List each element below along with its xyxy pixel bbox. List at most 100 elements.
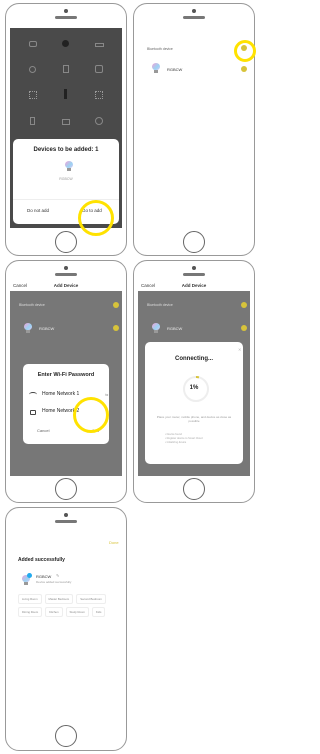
done-link[interactable]: Done [109, 540, 119, 545]
dialog-title: Enter Wi-Fi Password [37, 372, 95, 378]
category-item[interactable] [83, 34, 116, 48]
connecting-dialog: ✕ Connecting... 1% Place your router, mo… [145, 342, 243, 464]
room-chips: Living Room Master Bedroom Second Bedroo… [18, 594, 122, 617]
category-item[interactable] [49, 34, 82, 48]
screen-5: Done Added successfully RGBCW ✎ Device a… [10, 532, 122, 722]
speaker-grille [55, 16, 77, 19]
category-item[interactable] [83, 86, 116, 100]
device-icon [64, 89, 68, 99]
category-item[interactable] [49, 112, 82, 126]
close-icon[interactable]: ✕ [238, 347, 241, 352]
speaker-grille [183, 273, 205, 276]
device-icon [29, 66, 37, 73]
home-button[interactable] [55, 725, 77, 747]
screen-2: Bluetooth device RGBCW [138, 28, 250, 228]
room-chip[interactable]: Kids [91, 607, 106, 617]
bulb-icon [24, 323, 32, 333]
device-icon [94, 43, 104, 47]
speaker-grille [55, 273, 77, 276]
home-button[interactable] [55, 231, 77, 253]
device-name: RGBCW [39, 326, 55, 331]
device-icon [28, 41, 37, 47]
camera-icon [64, 513, 68, 517]
device-name: RGBCW [36, 574, 52, 579]
switch-network-icon[interactable]: ⇆ [105, 392, 108, 397]
device-name: RGBCW [167, 67, 183, 72]
add-device-icon[interactable] [113, 302, 119, 308]
category-item[interactable] [16, 34, 49, 48]
camera-icon [192, 9, 196, 13]
category-item[interactable] [16, 60, 49, 74]
add-device-icon[interactable] [113, 325, 119, 331]
add-device-icon[interactable] [241, 302, 247, 308]
device-name: RGBCW [167, 326, 183, 331]
room-chip[interactable]: Dining Room [18, 607, 43, 617]
tap-highlight [234, 40, 256, 62]
edit-icon[interactable]: ✎ [56, 573, 59, 578]
category-grid [16, 34, 116, 126]
dialog-title: Connecting... [175, 356, 213, 362]
bulb-icon [152, 323, 160, 333]
camera-icon [64, 9, 68, 13]
device-icon [61, 119, 70, 125]
do-not-add-button[interactable]: Do not add [27, 208, 49, 213]
screen-4: Bluetooth device RGBCW ✕ Connecting... 1… [138, 291, 250, 476]
device-icon [62, 65, 69, 73]
speaker-grille [183, 16, 205, 19]
home-button[interactable] [183, 478, 205, 500]
room-chip[interactable]: Study Room [65, 607, 89, 617]
lock-icon [30, 410, 36, 415]
section-label: Bluetooth device [147, 303, 173, 307]
add-device-icon[interactable] [241, 66, 247, 72]
divider [13, 199, 119, 200]
page-title: Add Device [181, 283, 207, 288]
room-chip[interactable]: Master Bedroom [44, 594, 74, 604]
phone-5: Done Added successfully RGBCW ✎ Device a… [5, 507, 127, 751]
screen-3: Bluetooth device RGBCW Enter Wi-Fi Passw… [10, 291, 122, 476]
category-item[interactable] [49, 60, 82, 74]
wifi-icon [29, 392, 37, 397]
add-device-icon[interactable] [241, 325, 247, 331]
bulb-icon [65, 161, 73, 171]
phone-2: Bluetooth device RGBCW [133, 3, 256, 256]
bulb-icon [152, 63, 160, 73]
device-icon [95, 91, 104, 99]
dialog-title: Devices to be added: 1 [33, 147, 99, 153]
device-icon [95, 117, 104, 125]
check-icon [27, 573, 32, 578]
tap-highlight [73, 397, 109, 433]
phone-1: Devices to be added: 1 RGBCW Do not add … [5, 3, 127, 256]
status-text: Device added successfully [36, 580, 72, 584]
step-item: • Initializing device [165, 441, 187, 444]
device-icon [62, 40, 70, 47]
camera-icon [192, 266, 196, 270]
home-button[interactable] [55, 478, 77, 500]
section-label: Bluetooth device [19, 303, 45, 307]
cancel-button[interactable]: Cancel [37, 428, 49, 433]
hint-text: Place your router, mobile phone, and dev… [156, 415, 232, 423]
room-chip[interactable]: Second Bedroom [76, 594, 106, 604]
category-item[interactable] [83, 112, 116, 126]
device-icon [30, 117, 36, 125]
category-item[interactable] [16, 86, 49, 100]
tap-highlight [78, 200, 114, 236]
room-chip[interactable]: Kitchen [45, 607, 63, 617]
step-list: • Device found • Register device to Smar… [165, 433, 203, 445]
category-item[interactable] [16, 112, 49, 126]
category-item[interactable] [83, 60, 116, 74]
device-name: RGBCW [59, 177, 73, 181]
screen-1: Devices to be added: 1 RGBCW Do not add … [10, 28, 122, 228]
room-chip[interactable]: Living Room [18, 594, 42, 604]
phone-4: Cancel Add Device Bluetooth device RGBCW… [133, 260, 255, 503]
network-name-field[interactable]: Home Network 1 [42, 391, 79, 397]
page-title: Add Device [53, 283, 79, 288]
speaker-grille [55, 520, 77, 523]
section-label: Bluetooth device [147, 47, 173, 51]
home-button[interactable] [183, 231, 205, 253]
category-item[interactable] [49, 86, 82, 100]
phone-3: Cancel Add Device Bluetooth device RGBCW… [5, 260, 127, 503]
device-icon [95, 65, 104, 73]
device-icon [28, 91, 37, 99]
page-title: Added successfully [18, 557, 65, 563]
progress-label: 1% [189, 385, 199, 391]
